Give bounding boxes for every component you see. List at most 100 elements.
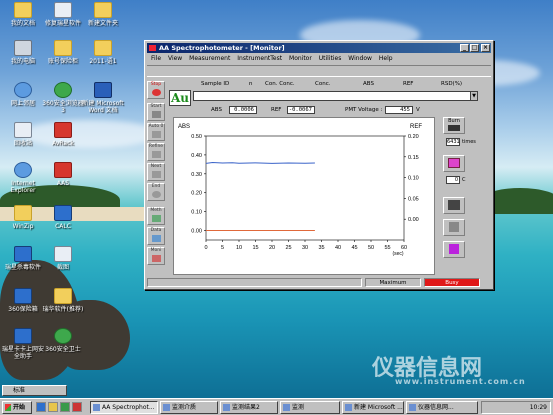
result-row[interactable] xyxy=(193,91,478,101)
desktop-icon-new-folder[interactable]: 新建文件夹 xyxy=(80,2,126,27)
x-tick-label: 20 xyxy=(269,245,275,251)
desktop-icon-aas[interactable]: AAS xyxy=(40,162,86,187)
desktop-icon-360-security[interactable]: 360安全卫士 xyxy=(40,328,86,353)
data-button[interactable]: Data xyxy=(147,227,165,245)
folder-icon xyxy=(94,2,112,18)
y-right-tick-label: 0.10 xyxy=(408,176,419,182)
end-icon xyxy=(151,191,161,198)
left-axis-title: ABS xyxy=(178,124,190,130)
minimize-button[interactable]: _ xyxy=(460,44,469,52)
gas-button[interactable] xyxy=(443,219,465,236)
menu-measurement[interactable]: Measurement xyxy=(189,55,230,62)
auto-zero-button[interactable]: Auto 0 xyxy=(147,123,165,141)
desktop-icon-2011[interactable]: 2011-语1 xyxy=(80,40,126,65)
task-word[interactable]: 新建 Microsoft ... xyxy=(342,401,404,414)
window-title: AA Spectrophotometer - [Monitor] xyxy=(159,44,285,52)
ref-label: REF xyxy=(271,107,282,113)
shield-icon xyxy=(14,246,32,262)
desktop-icon-screenshot[interactable]: 截图 xyxy=(40,246,86,271)
temperature-field[interactable]: 0 xyxy=(446,176,460,184)
lamp-button[interactable] xyxy=(443,155,465,172)
app-quicklaunch-icon[interactable] xyxy=(72,402,82,412)
calculator-icon xyxy=(54,205,72,221)
header-rsd: RSD(%) xyxy=(441,81,463,87)
element-label: Au xyxy=(169,90,191,106)
pmt-value: 455 xyxy=(385,106,413,114)
refine-button[interactable]: Refine xyxy=(147,143,165,161)
app-icon xyxy=(14,328,32,344)
start-button[interactable]: Start xyxy=(147,103,165,121)
times-unit: times xyxy=(462,139,476,145)
spectrophotometer-window: AA Spectrophotometer - [Monitor] _ □ × F… xyxy=(144,40,494,290)
security-icon xyxy=(54,328,72,344)
times-field[interactable]: 6431 xyxy=(446,138,460,146)
app-icon xyxy=(54,2,72,18)
camera-icon xyxy=(54,246,72,262)
y-left-tick-label: 0.10 xyxy=(191,210,202,216)
end-button[interactable]: End xyxy=(147,183,165,201)
task-2[interactable]: 监测结果2 xyxy=(220,401,278,414)
maximize-button[interactable]: □ xyxy=(470,44,479,52)
header-con-conc: Con. Conc. xyxy=(265,81,295,87)
valve-icon xyxy=(448,200,460,210)
refine-icon xyxy=(151,151,161,158)
burner-icon xyxy=(448,125,460,131)
menu-utilities[interactable]: Utilities xyxy=(319,55,342,62)
y-left-tick-label: 0.50 xyxy=(191,134,202,140)
header-n: n xyxy=(249,81,253,87)
y-right-tick-label: 0.20 xyxy=(408,134,419,140)
status-bar: Maximum Busy xyxy=(147,278,491,287)
menu-window[interactable]: Window xyxy=(348,55,372,62)
menu-view[interactable]: View xyxy=(168,55,182,62)
monitor-icon xyxy=(151,255,161,262)
word-icon xyxy=(94,82,112,98)
valve-button[interactable] xyxy=(443,197,465,214)
task-1[interactable]: 监测介质 xyxy=(160,401,218,414)
desktop-quicklaunch-icon[interactable] xyxy=(60,402,70,412)
desktop-icon-word-doc[interactable]: 新建 Microsoft Word 文档 xyxy=(80,82,126,114)
header-conc: Conc. xyxy=(315,81,331,87)
start-icon xyxy=(151,111,161,118)
menu-help[interactable]: Help xyxy=(379,55,393,62)
x-tick-label: 55 xyxy=(384,245,390,251)
task-3[interactable]: 监测 xyxy=(280,401,340,414)
next-button[interactable]: Next xyxy=(147,163,165,181)
chart-svg: ABS REF 0.00 0.10 0.20 0.30 0.40 0.50 0.00 0.05 0.… xyxy=(178,124,422,257)
header-sample-id: Sample ID xyxy=(201,81,230,87)
monitor-button[interactable]: Moni xyxy=(147,247,165,265)
method-icon xyxy=(151,215,161,222)
menu-monitor[interactable]: Monitor xyxy=(289,55,312,62)
stop-button[interactable]: Stop xyxy=(147,81,165,99)
method-button[interactable]: Meth xyxy=(147,207,165,225)
browser-icon xyxy=(54,82,72,98)
ie-quicklaunch-icon[interactable] xyxy=(36,402,46,412)
gas-bottle-icon xyxy=(449,222,459,232)
temperature-unit: C xyxy=(462,177,466,183)
menu-file[interactable]: File xyxy=(151,55,161,62)
title-bar[interactable]: AA Spectrophotometer - [Monitor] _ □ × xyxy=(147,43,491,53)
clock[interactable]: 10:29 xyxy=(530,404,547,411)
ref-value: -0.0067 xyxy=(287,106,315,114)
language-bar[interactable]: 标准 xyxy=(2,385,67,396)
alarm-button[interactable] xyxy=(443,241,465,258)
x-tick-label: 50 xyxy=(368,245,374,251)
desktop-icon-calc[interactable]: CALC xyxy=(40,205,86,230)
task-aa-spectrophotometer[interactable]: AA Spectrophot... xyxy=(90,401,158,414)
safe-icon xyxy=(14,288,32,304)
folder-quicklaunch-icon[interactable] xyxy=(48,402,58,412)
monitor-chart: ABS REF 0.00 0.10 0.20 0.30 0.40 0.50 0.00 0.05 0.… xyxy=(173,117,435,275)
header-ref: REF xyxy=(403,81,414,87)
series-line-0 xyxy=(205,161,315,164)
desktop-icon-ruihua[interactable]: 瑞华软件(推荐) xyxy=(40,288,86,313)
stop-icon xyxy=(151,89,161,96)
menu-instrument-test[interactable]: InstrumentTest xyxy=(237,55,282,62)
close-button[interactable]: × xyxy=(481,44,490,52)
desktop-icon-avrack[interactable]: AvRack xyxy=(40,122,86,147)
burn-button[interactable]: Burn xyxy=(443,117,465,134)
row-dropdown-button[interactable]: ▼ xyxy=(470,91,478,101)
task-5[interactable]: 仪器信息网... xyxy=(406,401,478,414)
archive-icon xyxy=(14,205,32,221)
start-button[interactable]: 开始 xyxy=(2,401,32,414)
watermark-url: www.instrument.com.cn xyxy=(395,377,526,386)
status-panel-main xyxy=(147,278,362,287)
